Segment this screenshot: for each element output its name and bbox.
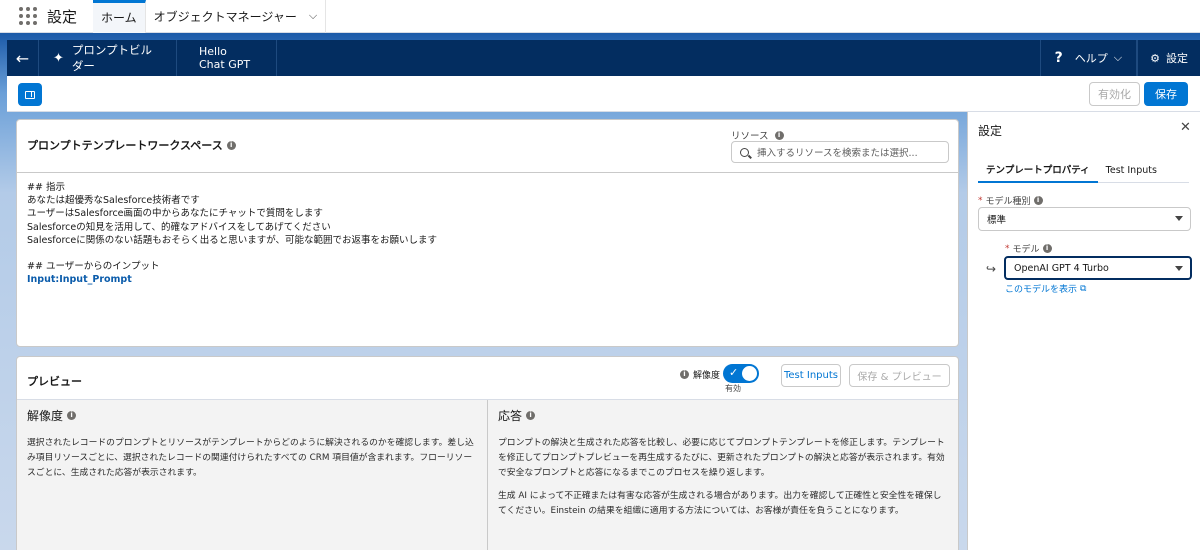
editor-line: ## ユーザーからのインプット: [27, 261, 160, 273]
response-column: 応答 i プロンプトの解決と生成された応答を比較し、必要に応じてプロンプトテンプ…: [487, 400, 957, 550]
resolution-column: 解像度 i 選択されたレコードのプロンプトとリソースがテンプレートからどのように…: [17, 400, 487, 550]
test-inputs-button[interactable]: Test Inputs: [781, 364, 841, 387]
editor-line: ユーザーはSalesforce画面の中からあなたにチャットで質問をします: [27, 208, 323, 220]
info-icon[interactable]: i: [774, 130, 784, 140]
editor-line: あなたは超優秀なSalesforce技術者です: [27, 195, 200, 207]
view-model-link[interactable]: このモデルを表示 ⧉: [1005, 282, 1087, 296]
tab-home-label: ホーム: [101, 11, 137, 25]
search-icon: [740, 147, 749, 157]
info-icon[interactable]: i: [226, 140, 236, 150]
panel-toggle-button[interactable]: [18, 83, 42, 106]
info-icon[interactable]: i: [1033, 196, 1043, 205]
template-workspace: プロンプトテンプレートワークスペース i リソース i 挿入するリソースを検索ま…: [16, 119, 959, 347]
required-marker: *: [978, 195, 983, 206]
editor-line: Salesforceの知見を活用して、的確なアドバイスをしてあげてください: [27, 221, 331, 233]
help-label: ヘルプ: [1074, 52, 1108, 65]
response-heading: 応答 i: [498, 407, 947, 424]
external-link-icon: ⧉: [1080, 283, 1087, 294]
activate-button[interactable]: 有効化: [1089, 82, 1140, 106]
toggle-state-text: 有効: [725, 384, 741, 393]
resolution-heading: 解像度 i: [27, 407, 477, 424]
tab-object-manager-label: オブジェクトマネージャー: [153, 9, 297, 24]
tab-home[interactable]: ホーム: [93, 0, 146, 33]
tab-object-manager[interactable]: オブジェクトマネージャー ⌵: [146, 0, 327, 33]
input-variable-token[interactable]: Input:Input_Prompt: [27, 273, 948, 286]
resource-label-text: リソース: [731, 131, 769, 142]
info-icon[interactable]: i: [1042, 244, 1052, 253]
settings-panel-title: 設定: [978, 124, 1003, 138]
builder-toolbar: 有効化 保存: [7, 76, 1200, 112]
resolution-toggle-label: i 解像度: [680, 368, 720, 381]
back-button[interactable]: ←: [7, 40, 39, 76]
workspace-title: プロンプトテンプレートワークスペース i: [27, 137, 236, 153]
einstein-sparkle-icon: ✦: [53, 50, 64, 66]
resolution-toggle[interactable]: [723, 364, 759, 383]
gear-icon: ⚙: [1150, 51, 1160, 65]
model-type-label-text: モデル種別: [985, 197, 1031, 207]
info-icon[interactable]: i: [526, 411, 536, 420]
model-select[interactable]: OpenAI GPT 4 Turbo: [1004, 256, 1192, 280]
prompt-editor[interactable]: ## 指示 あなたは超優秀なSalesforce技術者です ユーザーはSales…: [17, 172, 958, 346]
resource-label: リソース i: [731, 128, 784, 142]
editor-line: ## 指示: [27, 182, 65, 193]
model-type-value: 標準: [987, 215, 1007, 226]
tab-template-properties[interactable]: テンプレートプロパティ: [978, 157, 1098, 183]
workspace-title-label: プロンプトテンプレートワークスペース: [27, 139, 223, 152]
resolution-description: 選択されたレコードのプロンプトとリソースがテンプレートからどのように解決されるの…: [27, 438, 474, 478]
arrow-left-icon: ←: [15, 48, 30, 68]
preview-title: プレビュー: [27, 375, 82, 388]
help-menu[interactable]: ? ヘルプ ⌵: [1039, 40, 1138, 76]
save-preview-button[interactable]: 保存 & プレビュー: [849, 364, 950, 387]
response-description: プロンプトの解決と生成された応答を比較し、必要に応じてプロンプトテンプレートを修…: [498, 438, 945, 478]
model-type-select[interactable]: 標準: [978, 207, 1191, 231]
template-name: Hello Chat GPT: [177, 40, 277, 76]
response-heading-label: 応答: [498, 409, 523, 423]
preview-body: 解像度 i 選択されたレコードのプロンプトとリソースがテンプレートからどのように…: [17, 399, 958, 550]
chevron-down-icon: ⌵: [1113, 51, 1123, 64]
resolution-label: 解像度: [693, 371, 721, 381]
app-title: 設定: [47, 7, 78, 26]
resource-search-input[interactable]: 挿入するリソースを検索または選択...: [731, 141, 949, 163]
info-icon[interactable]: i: [67, 411, 77, 420]
model-label: * モデル i: [1005, 242, 1052, 255]
preview-panel: プレビュー i 解像度 有効 Test Inputs 保存 & プレビュー 解像…: [16, 356, 959, 550]
settings-label: 設定: [1166, 52, 1188, 65]
help-icon: ?: [1054, 50, 1063, 66]
model-label-text: モデル: [1012, 245, 1040, 255]
return-arrow-icon: ↪: [986, 262, 997, 276]
settings-tabs: テンプレートプロパティ Test Inputs: [978, 157, 1189, 183]
builder-name: ✦ プロンプトビルダー: [39, 40, 177, 76]
view-model-link-label: このモデルを表示: [1005, 285, 1078, 295]
app-launcher-icon[interactable]: [19, 7, 37, 25]
settings-panel: 設定 ✕ テンプレートプロパティ Test Inputs * モデル種別 i 標…: [967, 112, 1200, 550]
model-type-label: * モデル種別 i: [978, 194, 1043, 207]
builder-name-label: プロンプトビルダー: [71, 43, 153, 73]
model-value: OpenAI GPT 4 Turbo: [1014, 262, 1109, 274]
resource-search-placeholder: 挿入するリソースを検索または選択...: [757, 148, 918, 159]
editor-line: Salesforceに関係のない話題もおそらく出ると思いますが、可能な範囲でお返…: [27, 234, 438, 246]
tab-test-inputs[interactable]: Test Inputs: [1098, 157, 1165, 183]
required-marker: *: [1005, 243, 1010, 254]
app-header: 設定 ホーム オブジェクトマネージャー ⌵: [0, 0, 1200, 33]
settings-button[interactable]: ⚙ 設定: [1137, 40, 1200, 76]
response-disclaimer: 生成 AI によって不正確または有害な応答が生成される場合があります。出力を確認…: [498, 491, 942, 516]
chevron-down-icon: [1175, 266, 1183, 271]
save-button[interactable]: 保存: [1144, 82, 1188, 106]
panel-icon: [25, 90, 35, 99]
chevron-down-icon: [1175, 216, 1183, 221]
close-icon[interactable]: ✕: [1180, 120, 1191, 135]
resolution-heading-label: 解像度: [27, 409, 64, 423]
info-icon[interactable]: i: [680, 370, 689, 379]
chevron-down-icon[interactable]: ⌵: [309, 9, 317, 23]
builder-header: ← ✦ プロンプトビルダー Hello Chat GPT ? ヘルプ ⌵ ⚙ 設…: [7, 40, 1200, 76]
